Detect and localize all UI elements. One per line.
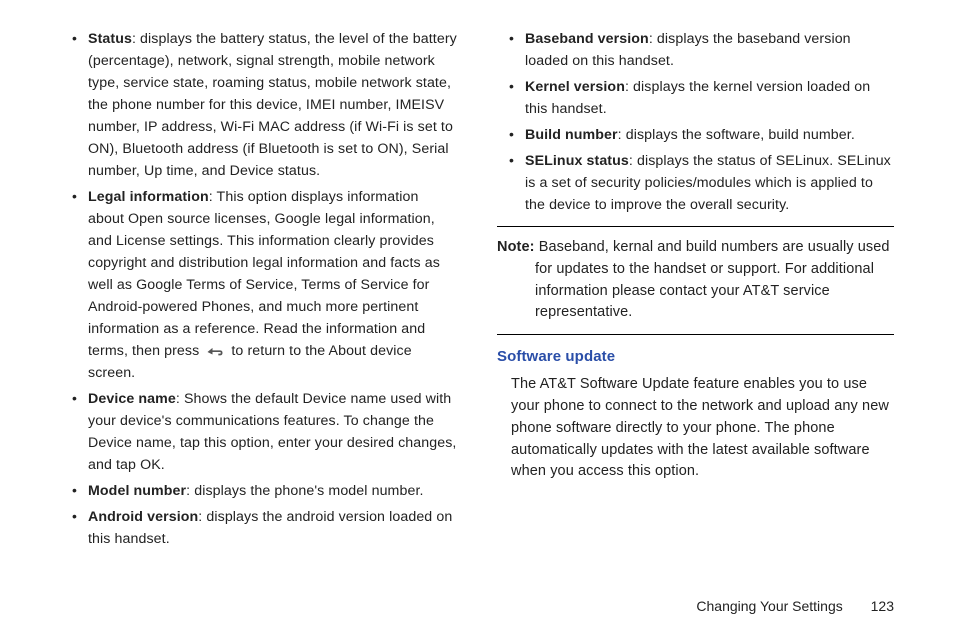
term-legal: Legal information (88, 189, 209, 205)
list-item: Baseband version: displays the baseband … (497, 28, 894, 72)
footer-section: Changing Your Settings (696, 598, 842, 614)
desc: : displays the software, build number. (618, 127, 855, 143)
term-status: Status (88, 31, 132, 47)
note-label: Note: (497, 239, 535, 255)
term-kernel: Kernel version (525, 79, 625, 95)
software-update-para: The AT&T Software Update feature enables… (497, 374, 894, 483)
term-model: Model number (88, 483, 186, 499)
desc: : displays the battery status, the level… (88, 31, 457, 179)
left-bullet-list: Status: displays the battery status, the… (60, 28, 457, 550)
term-device-name: Device name (88, 391, 176, 407)
note-block: Note: Baseband, kernal and build numbers… (497, 237, 894, 324)
term-selinux: SELinux status (525, 153, 629, 169)
desc-before: : This option displays information about… (88, 189, 440, 359)
term-baseband: Baseband version (525, 31, 649, 47)
right-column: Baseband version: displays the baseband … (497, 28, 894, 554)
software-update-heading: Software update (497, 345, 894, 368)
page-content: Status: displays the battery status, the… (0, 0, 954, 554)
divider (497, 226, 894, 227)
left-column: Status: displays the battery status, the… (60, 28, 457, 554)
list-item: Legal information: This option displays … (60, 186, 457, 384)
right-bullet-list: Baseband version: displays the baseband … (497, 28, 894, 216)
list-item: Build number: displays the software, bui… (497, 124, 894, 146)
list-item: Android version: displays the android ve… (60, 506, 457, 550)
list-item: Status: displays the battery status, the… (60, 28, 457, 182)
term-build: Build number (525, 127, 618, 143)
back-icon (205, 344, 225, 358)
list-item: Kernel version: displays the kernel vers… (497, 76, 894, 120)
footer-page-number: 123 (871, 598, 894, 614)
desc: : displays the phone's model number. (186, 483, 423, 499)
divider (497, 334, 894, 335)
term-android: Android version (88, 509, 198, 525)
note-text: Baseband, kernal and build numbers are u… (535, 239, 890, 320)
list-item: Model number: displays the phone's model… (60, 480, 457, 502)
list-item: SELinux status: displays the status of S… (497, 150, 894, 216)
page-footer: Changing Your Settings 123 (696, 598, 894, 614)
list-item: Device name: Shows the default Device na… (60, 388, 457, 476)
